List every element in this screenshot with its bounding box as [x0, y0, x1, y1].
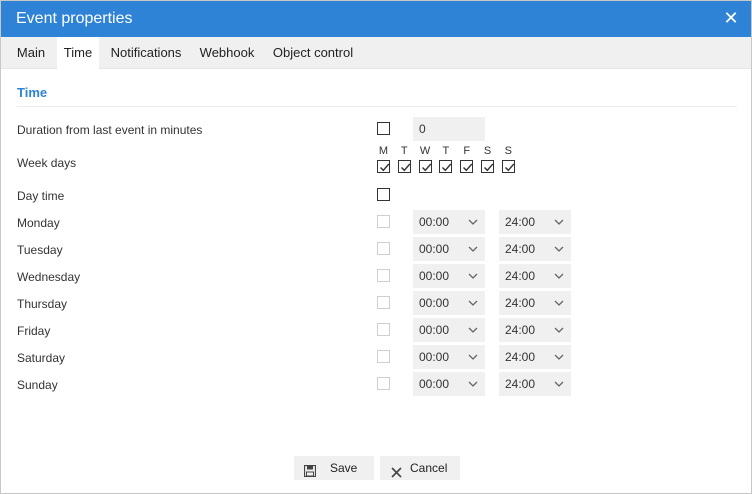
day-to-select-value: 24:00 — [505, 350, 536, 364]
day-from-select[interactable]: 00:00 — [413, 291, 485, 315]
weekday-checkbox[interactable] — [397, 160, 411, 173]
close-icon — [391, 462, 402, 486]
weekday-checkbox[interactable] — [439, 160, 453, 173]
chevron-down-icon — [553, 345, 565, 369]
chevron-down-icon — [467, 318, 479, 342]
day-to-select[interactable]: 24:00 — [499, 210, 571, 234]
day-to-select[interactable]: 24:00 — [499, 291, 571, 315]
day-from-select-value: 00:00 — [419, 323, 450, 337]
day-label: Tuesday — [17, 243, 63, 257]
day-enable-checkbox[interactable] — [377, 269, 390, 282]
weekday-letter: W — [419, 145, 431, 157]
day-to-select[interactable]: 24:00 — [499, 372, 571, 396]
save-button[interactable]: Save — [294, 456, 374, 480]
day-to-select-value: 24:00 — [505, 269, 536, 283]
duration-label: Duration from last event in minutes — [17, 123, 203, 137]
weekday-letter: S — [504, 145, 512, 157]
tab-bar: Main Time Notifications Webhook Object c… — [1, 37, 751, 70]
day-from-select-value: 00:00 — [419, 242, 450, 256]
day-enable-checkbox[interactable] — [377, 350, 390, 363]
chevron-down-icon — [467, 237, 479, 261]
dialog-title: Event properties — [16, 10, 133, 27]
duration-checkbox[interactable] — [377, 122, 390, 135]
section-divider — [17, 106, 737, 107]
day-from-select[interactable]: 00:00 — [413, 345, 485, 369]
day-enable-checkbox[interactable] — [377, 215, 390, 228]
day-to-select-value: 24:00 — [505, 323, 536, 337]
weekday-checkbox[interactable] — [501, 160, 515, 173]
chevron-down-icon — [467, 345, 479, 369]
floppy-disk-icon — [303, 461, 317, 485]
weekday-checkbox[interactable] — [377, 160, 390, 173]
day-label: Saturday — [17, 351, 66, 365]
day-to-select[interactable]: 24:00 — [499, 237, 571, 261]
tab-time[interactable]: Time — [57, 37, 99, 70]
day-from-select-value: 00:00 — [419, 296, 450, 310]
cancel-button-label: Cancel — [410, 461, 448, 475]
day-to-select-value: 24:00 — [505, 215, 536, 229]
day-to-select[interactable]: 24:00 — [499, 345, 571, 369]
weekday-checkbox[interactable] — [481, 160, 494, 173]
chevron-down-icon — [553, 264, 565, 288]
day-from-select-value: 00:00 — [419, 377, 450, 391]
chevron-down-icon — [467, 264, 479, 288]
save-button-label: Save — [330, 461, 358, 475]
day-from-select[interactable]: 00:00 — [413, 372, 485, 396]
day-label: Friday — [17, 324, 51, 338]
day-label: Sunday — [17, 378, 58, 392]
day-to-select-value: 24:00 — [505, 296, 536, 310]
day-to-select[interactable]: 24:00 — [499, 264, 571, 288]
weekday-checkbox[interactable] — [460, 160, 474, 173]
day-label: Wednesday — [17, 270, 81, 284]
day-from-select[interactable]: 00:00 — [413, 318, 485, 342]
day-enable-checkbox[interactable] — [377, 296, 390, 309]
chevron-down-icon — [553, 210, 565, 234]
weekday-letter: M — [378, 145, 389, 157]
day-from-select[interactable]: 00:00 — [413, 237, 485, 261]
chevron-down-icon — [553, 237, 565, 261]
chevron-down-icon — [467, 291, 479, 315]
chevron-down-icon — [553, 318, 565, 342]
day-to-select-value: 24:00 — [505, 377, 536, 391]
day-from-select[interactable]: 00:00 — [413, 264, 485, 288]
day-to-select[interactable]: 24:00 — [499, 318, 571, 342]
daytime-label: Day time — [17, 189, 65, 203]
day-to-select-value: 24:00 — [505, 242, 536, 256]
day-from-select-value: 00:00 — [419, 269, 450, 283]
day-from-select[interactable]: 00:00 — [413, 210, 485, 234]
weekday-letter: S — [483, 145, 492, 157]
day-enable-checkbox[interactable] — [377, 323, 390, 336]
day-enable-checkbox[interactable] — [377, 377, 390, 390]
dialog-titlebar: Event properties ✕ — [1, 1, 751, 37]
day-label: Monday — [17, 216, 60, 230]
day-from-select-value: 00:00 — [419, 350, 450, 364]
tab-webhook[interactable]: Webhook — [193, 37, 261, 69]
weekdays-label: Week days — [17, 156, 77, 170]
tab-notifications[interactable]: Notifications — [104, 37, 188, 69]
weekday-letter: T — [400, 145, 408, 157]
section-title: Time — [17, 85, 48, 100]
weekday-checkbox[interactable] — [418, 160, 432, 173]
duration-input[interactable]: 0 — [413, 117, 485, 141]
chevron-down-icon — [467, 210, 479, 234]
day-from-select-value: 00:00 — [419, 215, 450, 229]
tab-object-control[interactable]: Object control — [266, 37, 360, 69]
day-enable-checkbox[interactable] — [377, 242, 390, 255]
weekday-letter: T — [442, 145, 450, 157]
day-label: Thursday — [17, 297, 68, 311]
daytime-checkbox[interactable] — [377, 188, 390, 201]
chevron-down-icon — [467, 372, 479, 396]
close-icon[interactable]: ✕ — [723, 8, 739, 28]
event-properties-dialog: Event properties ✕ Main Time Notificatio… — [0, 0, 752, 494]
chevron-down-icon — [553, 291, 565, 315]
cancel-button[interactable]: Cancel — [380, 456, 460, 480]
chevron-down-icon — [553, 372, 565, 396]
weekday-letter: F — [463, 145, 471, 157]
tab-main[interactable]: Main — [9, 37, 53, 69]
